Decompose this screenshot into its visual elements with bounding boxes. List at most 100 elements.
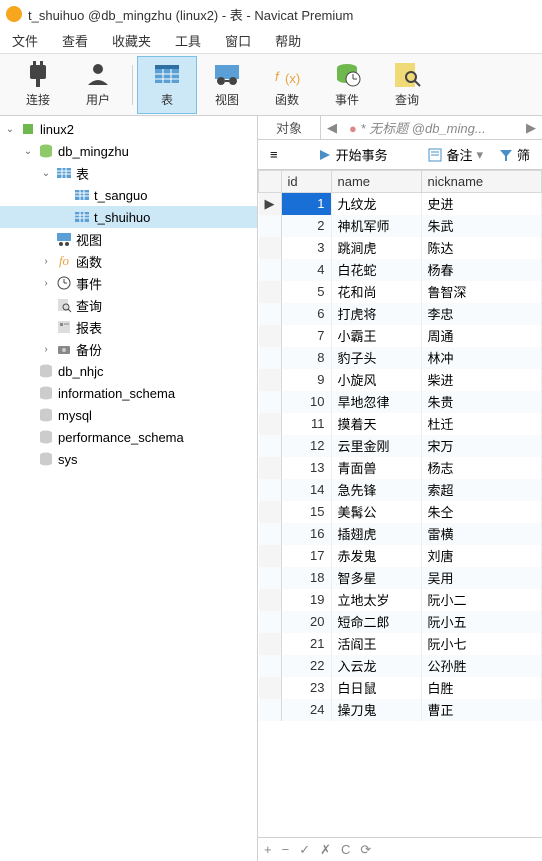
- cell-nickname[interactable]: 李忠: [421, 303, 542, 325]
- cell-id[interactable]: 12: [281, 435, 331, 457]
- expander-icon[interactable]: ⌄: [40, 168, 52, 179]
- table-row[interactable]: 13青面兽杨志: [259, 457, 542, 479]
- table-row[interactable]: 6打虎将李忠: [259, 303, 542, 325]
- cell-name[interactable]: 活阎王: [331, 633, 421, 655]
- cell-id[interactable]: 1: [281, 193, 331, 215]
- table-row[interactable]: 17赤发鬼刘唐: [259, 545, 542, 567]
- cell-nickname[interactable]: 史进: [421, 193, 542, 215]
- tree-db_mingzhu[interactable]: ⌄db_mingzhu: [0, 140, 257, 162]
- status-btn[interactable]: ✓: [299, 842, 310, 858]
- cell-id[interactable]: 23: [281, 677, 331, 699]
- cell-id[interactable]: 19: [281, 589, 331, 611]
- expander-icon[interactable]: ›: [40, 278, 52, 289]
- tab-objects[interactable]: 对象: [258, 116, 321, 139]
- tree-报表[interactable]: 报表: [0, 316, 257, 338]
- menu-收藏夹[interactable]: 收藏夹: [112, 31, 151, 50]
- table-row[interactable]: 9小旋风柴进: [259, 369, 542, 391]
- cell-nickname[interactable]: 吴用: [421, 567, 542, 589]
- cell-name[interactable]: 插翅虎: [331, 523, 421, 545]
- cell-id[interactable]: 2: [281, 215, 331, 237]
- cell-id[interactable]: 21: [281, 633, 331, 655]
- cell-name[interactable]: 摸着天: [331, 413, 421, 435]
- tree-函数[interactable]: ›fo函数: [0, 250, 257, 272]
- menu-工具[interactable]: 工具: [175, 31, 201, 50]
- table-row[interactable]: 24操刀鬼曹正: [259, 699, 542, 721]
- menu-窗口[interactable]: 窗口: [225, 31, 251, 50]
- menu-button[interactable]: ≡: [264, 145, 284, 164]
- cell-nickname[interactable]: 朱贵: [421, 391, 542, 413]
- col-id[interactable]: id: [281, 171, 331, 193]
- table-row[interactable]: 3跳涧虎陈达: [259, 237, 542, 259]
- cell-id[interactable]: 18: [281, 567, 331, 589]
- tree-information_schema[interactable]: information_schema: [0, 382, 257, 404]
- cell-name[interactable]: 小旋风: [331, 369, 421, 391]
- notes-button[interactable]: 备注 ▾: [422, 143, 489, 166]
- table-row[interactable]: 15美髯公朱仝: [259, 501, 542, 523]
- tree-表[interactable]: ⌄表: [0, 162, 257, 184]
- cell-id[interactable]: 13: [281, 457, 331, 479]
- filter-button[interactable]: 筛: [493, 143, 536, 166]
- status-btn[interactable]: −: [282, 842, 290, 857]
- table-row[interactable]: ▶1九纹龙史进: [259, 193, 542, 215]
- cell-nickname[interactable]: 林冲: [421, 347, 542, 369]
- table-row[interactable]: 10旱地忽律朱贵: [259, 391, 542, 413]
- table-row[interactable]: 20短命二郎阮小五: [259, 611, 542, 633]
- cell-nickname[interactable]: 朱武: [421, 215, 542, 237]
- cell-name[interactable]: 智多星: [331, 567, 421, 589]
- cell-name[interactable]: 神机军师: [331, 215, 421, 237]
- cell-nickname[interactable]: 宋万: [421, 435, 542, 457]
- cell-name[interactable]: 青面兽: [331, 457, 421, 479]
- tree-mysql[interactable]: mysql: [0, 404, 257, 426]
- object-tree[interactable]: ⌄linux2⌄db_mingzhu⌄表t_sanguot_shuihuo视图›…: [0, 116, 258, 861]
- data-grid[interactable]: idnamenickname▶1九纹龙史进2神机军师朱武3跳涧虎陈达4白花蛇杨春…: [258, 170, 542, 837]
- cell-nickname[interactable]: 索超: [421, 479, 542, 501]
- cell-name[interactable]: 白花蛇: [331, 259, 421, 281]
- cell-nickname[interactable]: 刘唐: [421, 545, 542, 567]
- cell-id[interactable]: 8: [281, 347, 331, 369]
- toolbar-view-button[interactable]: 视图: [197, 56, 257, 114]
- cell-id[interactable]: 5: [281, 281, 331, 303]
- cell-name[interactable]: 跳涧虎: [331, 237, 421, 259]
- cell-id[interactable]: 10: [281, 391, 331, 413]
- expander-icon[interactable]: ›: [40, 344, 52, 355]
- cell-id[interactable]: 15: [281, 501, 331, 523]
- status-btn[interactable]: C: [341, 842, 350, 857]
- toolbar-query-button[interactable]: 查询: [377, 56, 437, 114]
- cell-id[interactable]: 7: [281, 325, 331, 347]
- cell-name[interactable]: 豹子头: [331, 347, 421, 369]
- expander-icon[interactable]: ⌄: [4, 124, 16, 135]
- cell-id[interactable]: 24: [281, 699, 331, 721]
- tree-linux2[interactable]: ⌄linux2: [0, 118, 257, 140]
- cell-name[interactable]: 旱地忽律: [331, 391, 421, 413]
- cell-nickname[interactable]: 阮小七: [421, 633, 542, 655]
- cell-name[interactable]: 白日鼠: [331, 677, 421, 699]
- cell-nickname[interactable]: 柴进: [421, 369, 542, 391]
- cell-nickname[interactable]: 阮小五: [421, 611, 542, 633]
- status-btn[interactable]: +: [264, 842, 272, 857]
- expander-icon[interactable]: ⌄: [22, 146, 34, 157]
- tree-查询[interactable]: 查询: [0, 294, 257, 316]
- table-row[interactable]: 14急先锋索超: [259, 479, 542, 501]
- table-row[interactable]: 7小霸王周通: [259, 325, 542, 347]
- cell-nickname[interactable]: 杨春: [421, 259, 542, 281]
- cell-name[interactable]: 操刀鬼: [331, 699, 421, 721]
- cell-id[interactable]: 22: [281, 655, 331, 677]
- table-row[interactable]: 2神机军师朱武: [259, 215, 542, 237]
- cell-nickname[interactable]: 白胜: [421, 677, 542, 699]
- cell-name[interactable]: 花和尚: [331, 281, 421, 303]
- tree-performance_schema[interactable]: performance_schema: [0, 426, 257, 448]
- tree-事件[interactable]: ›事件: [0, 272, 257, 294]
- cell-nickname[interactable]: 周通: [421, 325, 542, 347]
- cell-name[interactable]: 立地太岁: [331, 589, 421, 611]
- table-row[interactable]: 12云里金刚宋万: [259, 435, 542, 457]
- cell-nickname[interactable]: 曹正: [421, 699, 542, 721]
- table-row[interactable]: 21活阎王阮小七: [259, 633, 542, 655]
- cell-nickname[interactable]: 阮小二: [421, 589, 542, 611]
- cell-nickname[interactable]: 陈达: [421, 237, 542, 259]
- menu-文件[interactable]: 文件: [12, 31, 38, 50]
- cell-name[interactable]: 短命二郎: [331, 611, 421, 633]
- start-transaction-button[interactable]: 开始事务: [312, 143, 394, 166]
- toolbar-plug-button[interactable]: 连接: [8, 56, 68, 114]
- toolbar-fx-button[interactable]: f(x)函数: [257, 56, 317, 114]
- cell-name[interactable]: 打虎将: [331, 303, 421, 325]
